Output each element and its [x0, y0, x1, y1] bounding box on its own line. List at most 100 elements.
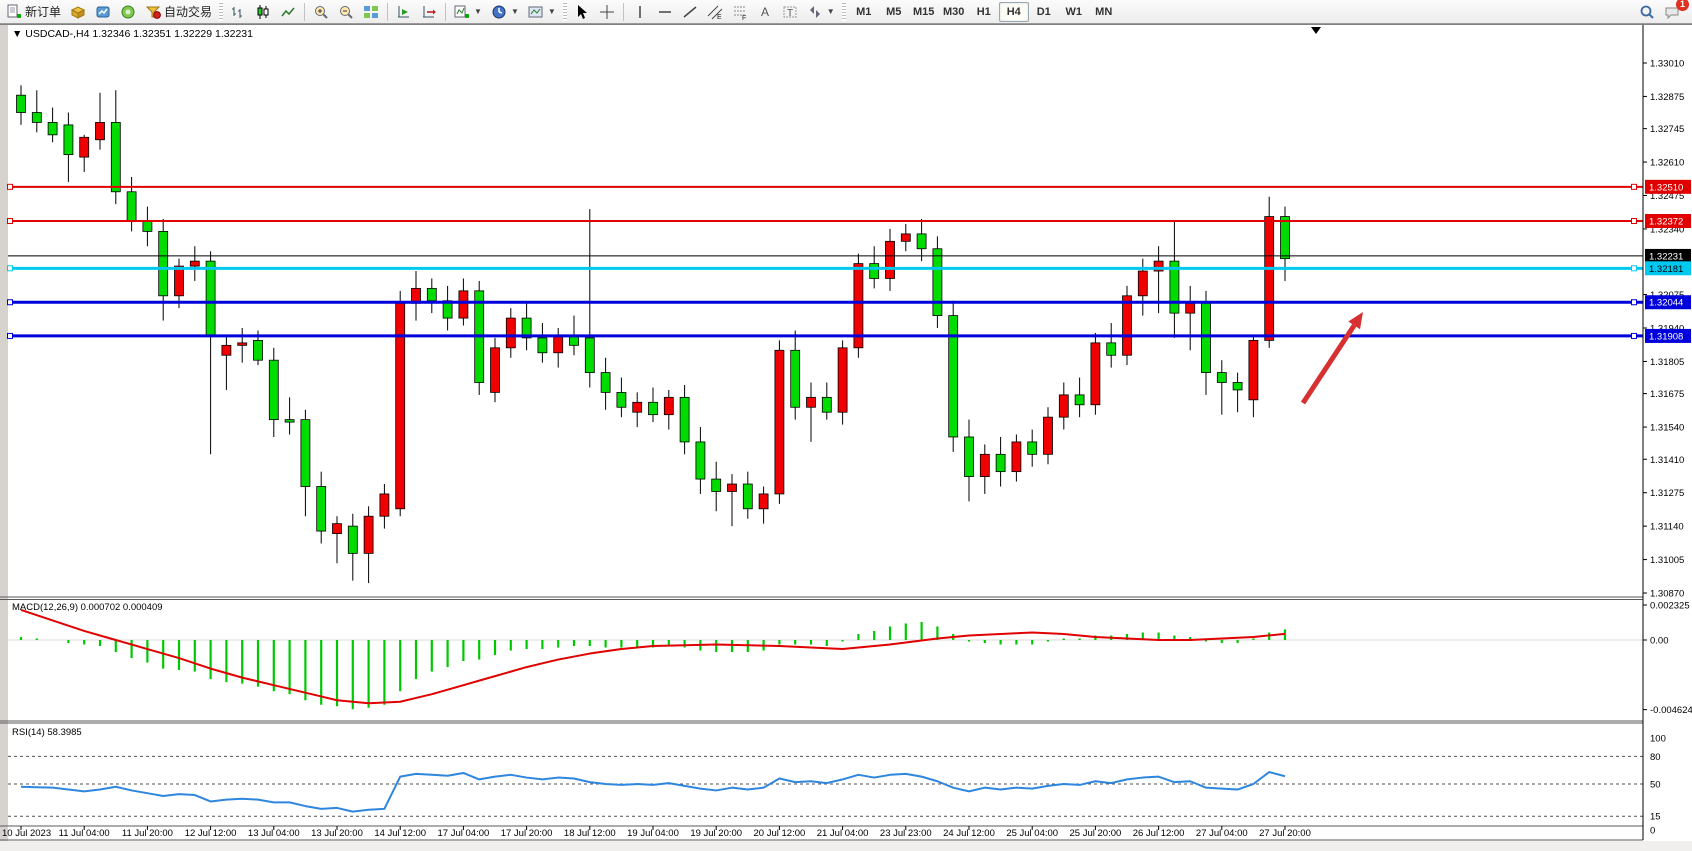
candle-down	[301, 420, 310, 487]
rsi-axis-label: 0	[1650, 826, 1655, 837]
price-tick-label: 1.31540	[1650, 423, 1684, 434]
bottom-strip	[0, 841, 1692, 851]
candle-down	[254, 340, 263, 360]
hline-handle[interactable]	[1632, 333, 1637, 338]
macd-axis-label: 0.00	[1650, 636, 1669, 647]
time-tick-label: 21 Jul 04:00	[817, 828, 869, 839]
price-tick-label: 1.32610	[1650, 158, 1684, 169]
candle-up	[807, 397, 816, 407]
candle-down	[348, 526, 357, 553]
candle-up	[175, 266, 184, 296]
candle-up	[459, 291, 468, 318]
candle-down	[949, 316, 958, 437]
candle-up	[190, 261, 199, 266]
time-tick-label: 13 Jul 04:00	[248, 828, 300, 839]
hline-handle[interactable]	[1632, 300, 1637, 305]
candle-down	[32, 113, 41, 123]
candle-down	[585, 338, 594, 373]
price-tick-label: 1.31140	[1650, 522, 1684, 533]
chart-canvas[interactable]: 1.330101.328751.327451.326101.324751.323…	[0, 0, 1692, 851]
rsi-label: RSI(14) 58.3985	[12, 727, 82, 738]
candle-up	[1012, 442, 1021, 472]
rsi-axis-label: 50	[1650, 780, 1661, 791]
candle-up	[759, 494, 768, 509]
price-tick-label: 1.31805	[1650, 357, 1684, 368]
candle-down	[1202, 303, 1211, 372]
candle-down	[1233, 382, 1242, 389]
candle-down	[206, 261, 215, 335]
candle-down	[1107, 343, 1116, 355]
candle-up	[222, 345, 231, 355]
price-tick-label: 1.31005	[1650, 555, 1684, 566]
price-tick-label: 1.31410	[1650, 455, 1684, 466]
rsi-axis-label: 80	[1650, 752, 1661, 763]
time-tick-label: 13 Jul 20:00	[311, 828, 363, 839]
candle-up	[554, 335, 563, 352]
price-badge-label: 1.32372	[1649, 217, 1683, 228]
candle-up	[396, 303, 405, 509]
candle-down	[111, 122, 120, 191]
price-tick-label: 1.31275	[1650, 488, 1684, 499]
candle-down	[17, 95, 26, 112]
time-tick-label: 19 Jul 20:00	[690, 828, 742, 839]
candle-up	[1186, 303, 1195, 313]
hline-handle[interactable]	[8, 333, 13, 338]
candle-down	[127, 192, 136, 222]
candle-down	[743, 484, 752, 509]
hline-handle[interactable]	[1632, 219, 1637, 224]
candle-down	[317, 487, 326, 532]
candle-up	[333, 524, 342, 534]
macd-axis-label: -0.004624	[1650, 705, 1692, 716]
window-left-edge	[0, 24, 8, 851]
candle-down	[1217, 373, 1226, 383]
candle-down	[696, 442, 705, 479]
price-badge-label: 1.32510	[1649, 182, 1683, 193]
time-tick-label: 25 Jul 04:00	[1006, 828, 1058, 839]
candle-up	[901, 234, 910, 241]
candle-down	[1075, 395, 1084, 405]
candle-down	[965, 437, 974, 477]
candle-down	[1281, 217, 1290, 259]
candle-up	[238, 343, 247, 345]
price-tick-label: 1.33010	[1650, 59, 1684, 70]
candle-down	[822, 397, 831, 412]
candle-up	[728, 484, 737, 491]
candle-down	[601, 373, 610, 393]
rsi-axis-label: 15	[1650, 812, 1661, 823]
hline-handle[interactable]	[1632, 266, 1637, 271]
candle-down	[996, 454, 1005, 471]
candle-up	[96, 122, 105, 139]
candle-up	[980, 454, 989, 476]
time-tick-label: 12 Jul 12:00	[185, 828, 237, 839]
macd-label: MACD(12,26,9) 0.000702 0.000409	[12, 602, 163, 613]
price-badge-label: 1.32231	[1649, 251, 1683, 262]
hline-handle[interactable]	[8, 266, 13, 271]
time-tick-label: 14 Jul 12:00	[374, 828, 426, 839]
mt4-window: 新订单 自动交易	[0, 0, 1692, 851]
time-tick-label: 24 Jul 12:00	[943, 828, 995, 839]
time-tick-label: 27 Jul 04:00	[1196, 828, 1248, 839]
candle-down	[159, 231, 168, 295]
time-tick-label: 11 Jul 04:00	[59, 828, 110, 839]
candle-up	[1044, 417, 1053, 454]
hline-handle[interactable]	[8, 184, 13, 189]
candle-down	[1028, 442, 1037, 454]
hline-handle[interactable]	[8, 219, 13, 224]
candle-down	[870, 264, 879, 279]
price-tick-label: 1.32875	[1650, 92, 1684, 103]
candle-up	[491, 348, 500, 393]
candle-down	[712, 479, 721, 491]
candle-down	[933, 249, 942, 316]
time-tick-label: 17 Jul 20:00	[501, 828, 553, 839]
candle-up	[1265, 217, 1274, 341]
hline-handle[interactable]	[8, 300, 13, 305]
candle-down	[617, 392, 626, 407]
candle-up	[1123, 296, 1132, 355]
candle-up	[506, 318, 515, 348]
chart-background	[0, 24, 1692, 851]
candle-down	[64, 125, 73, 155]
time-tick-label: 11 Jul 20:00	[122, 828, 173, 839]
hline-handle[interactable]	[1632, 184, 1637, 189]
candle-up	[633, 402, 642, 412]
candle-down	[285, 420, 294, 422]
